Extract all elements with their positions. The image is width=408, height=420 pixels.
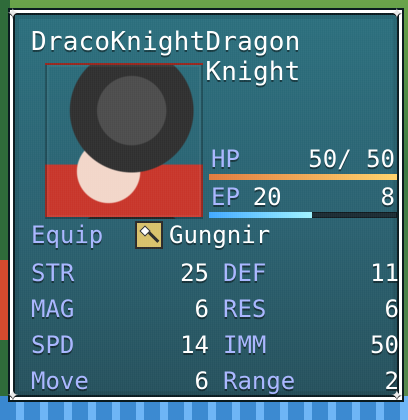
hp-max: 50 bbox=[366, 145, 395, 173]
unit-class: Dragon Knight bbox=[205, 27, 301, 87]
ep-max: 8 bbox=[380, 183, 395, 211]
spear-icon bbox=[135, 221, 163, 249]
hp-label: HP bbox=[211, 145, 240, 173]
equipped-weapon-name: Gungnir bbox=[169, 221, 271, 249]
ep-row: EP 20 8 bbox=[209, 183, 397, 219]
stat-row-str-def: STR 25 DEF 11 bbox=[31, 259, 399, 295]
hp-slash: / bbox=[337, 145, 367, 173]
range-label: Range bbox=[223, 367, 296, 395]
equipped-weapon[interactable]: Gungnir bbox=[135, 221, 270, 249]
mag-value: 6 bbox=[194, 295, 209, 323]
unit-portrait bbox=[45, 63, 203, 219]
stat-row-spd-imm: SPD 14 IMM 50 bbox=[31, 331, 399, 367]
spd-value: 14 bbox=[180, 331, 209, 359]
stat-res: RES 6 bbox=[223, 295, 399, 331]
imm-value: 50 bbox=[370, 331, 399, 359]
unit-stats: Equip Gungnir STR 25 DEF 11 MAG 6 RES 6 … bbox=[31, 219, 399, 403]
spd-label: SPD bbox=[31, 331, 75, 359]
stat-row-mag-res: MAG 6 RES 6 bbox=[31, 295, 399, 331]
hp-ep-panel: HP 50/ 50 EP 20 8 bbox=[209, 145, 397, 221]
window-corner-ornament: ✦ bbox=[7, 6, 19, 22]
stat-imm: IMM 50 bbox=[223, 331, 399, 367]
stat-spd: SPD 14 bbox=[31, 331, 209, 367]
stat-row-move-range: Move 6 Range 2 bbox=[31, 367, 399, 403]
unit-status-window: ✦ ✦ ✦ ✦ DracoKnight Dragon Knight HP 50/… bbox=[7, 6, 403, 404]
hp-value: 50/ 50 bbox=[308, 145, 395, 173]
ep-bar-track bbox=[209, 212, 397, 218]
move-value: 6 bbox=[194, 367, 209, 395]
ep-label: EP bbox=[211, 183, 240, 211]
imm-label: IMM bbox=[223, 331, 267, 359]
res-label: RES bbox=[223, 295, 267, 323]
hp-row: HP 50/ 50 bbox=[209, 145, 397, 181]
stat-def: DEF 11 bbox=[223, 259, 399, 295]
range-value: 2 bbox=[384, 367, 399, 395]
mag-label: MAG bbox=[31, 295, 75, 323]
equip-row: Equip Gungnir bbox=[31, 219, 399, 259]
res-value: 6 bbox=[384, 295, 399, 323]
window-corner-ornament: ✦ bbox=[7, 388, 19, 404]
hp-current: 50 bbox=[308, 145, 338, 173]
ep-bar-fill bbox=[209, 212, 313, 218]
hp-bar-track bbox=[209, 174, 397, 180]
ep-current: 20 bbox=[252, 183, 282, 211]
hp-bar-fill bbox=[209, 174, 397, 180]
def-value: 11 bbox=[370, 259, 399, 287]
equip-label: Equip bbox=[31, 221, 104, 249]
stat-mag: MAG 6 bbox=[31, 295, 209, 331]
stat-range: Range 2 bbox=[223, 367, 399, 403]
move-label: Move bbox=[31, 367, 89, 395]
str-label: STR bbox=[31, 259, 75, 287]
window-corner-ornament: ✦ bbox=[391, 6, 403, 22]
stat-move: Move 6 bbox=[31, 367, 209, 403]
ep-value: 20 8 bbox=[253, 183, 395, 211]
str-value: 25 bbox=[180, 259, 209, 287]
def-label: DEF bbox=[223, 259, 267, 287]
stat-str: STR 25 bbox=[31, 259, 209, 295]
